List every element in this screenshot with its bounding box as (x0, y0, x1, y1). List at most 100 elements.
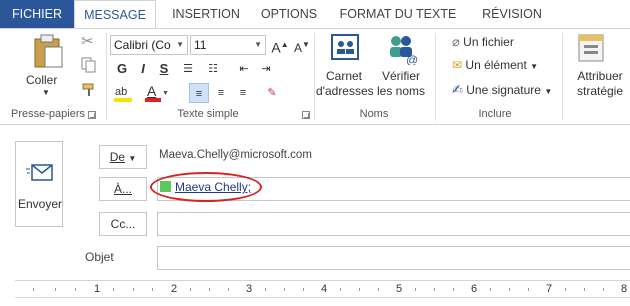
clipboard-icon (34, 34, 63, 68)
ruler-number: 4 (321, 283, 328, 295)
ruler-tick (284, 288, 285, 291)
to-label: À... (113, 182, 132, 196)
chevron-down-icon: ▼ (176, 40, 184, 49)
bold-button[interactable]: G (112, 59, 132, 79)
ruler-number: 7 (546, 283, 553, 295)
clear-formatting-icon[interactable]: ✎ (262, 83, 282, 103)
assign-policy-label: Attribuer stratégie (576, 69, 624, 98)
font-size-value: 11 (194, 38, 207, 52)
grow-font-button[interactable]: A▲ (270, 35, 290, 56)
ruler-tick (75, 288, 76, 291)
signature-label: Une signature (466, 83, 541, 97)
bullet-list-icon[interactable]: ☰ (178, 59, 198, 79)
tab-options[interactable]: OPTIONS (253, 0, 325, 28)
signature-button[interactable]: ✍ Une signature ▼ (452, 82, 552, 98)
highlighter-icon: ab (114, 86, 132, 102)
cc-field[interactable] (157, 212, 630, 236)
font-name-value: Calibri (Co (114, 38, 171, 52)
chevron-down-icon: ▼ (254, 40, 262, 49)
tab-message[interactable]: MESSAGE (74, 0, 156, 29)
attach-file-label: Un fichier (463, 35, 514, 49)
tab-text-format[interactable]: FORMAT DU TEXTE (333, 0, 463, 28)
paperclip-icon: ⌀ (452, 34, 460, 49)
to-button[interactable]: À... (99, 177, 147, 201)
chevron-down-icon: ▼ (530, 62, 539, 71)
ruler-tick (133, 288, 134, 291)
attach-item-label: Un élément (465, 58, 527, 72)
cut-icon[interactable]: ✂ (81, 32, 94, 50)
ruler-number: 2 (171, 283, 178, 295)
ruler-tick (565, 288, 566, 291)
from-label: De (109, 150, 126, 164)
send-button[interactable]: Envoyer (15, 141, 63, 227)
check-names-button[interactable]: @ Vérifier les noms (374, 33, 428, 105)
group-separator (106, 33, 107, 121)
ribbon-tab-bar: FICHIER MESSAGE INSERTION OPTIONS FORMAT… (0, 0, 630, 29)
svg-text:▼: ▼ (162, 90, 169, 97)
font-color-icon: A ▼ (145, 83, 169, 102)
ruler-number: 8 (621, 283, 628, 295)
ruler-number: 3 (246, 283, 253, 295)
ruler-tick (190, 288, 191, 291)
tab-insertion[interactable]: INSERTION (162, 0, 250, 28)
from-button[interactable]: De ▼ (99, 145, 147, 169)
paste-button[interactable]: Coller ▼ (24, 33, 70, 103)
ruler-tick (228, 288, 229, 291)
font-size-select[interactable]: 11 ▼ (190, 35, 266, 55)
check-names-icon: @ (390, 36, 418, 65)
paste-label: Coller (26, 73, 58, 87)
increase-indent-icon[interactable]: ⇥ (256, 59, 276, 79)
tab-file[interactable]: FICHIER (0, 0, 74, 28)
chevron-down-icon: ▼ (42, 88, 50, 97)
svg-text:A: A (147, 83, 157, 99)
font-color-button[interactable]: A ▼ (142, 83, 170, 103)
format-painter-icon[interactable] (81, 82, 97, 98)
ruler-tick (584, 288, 585, 291)
decrease-indent-icon[interactable]: ⇤ (234, 59, 254, 79)
send-label: Envoyer (17, 197, 63, 211)
italic-button[interactable]: I (133, 59, 153, 79)
ruler-tick (603, 288, 604, 291)
clipboard-launcher-icon[interactable] (88, 111, 96, 119)
attach-file-button[interactable]: ⌀ Un fichier (452, 34, 514, 50)
attach-item-button[interactable]: ✉ Un élément ▼ (452, 58, 538, 72)
send-envelope-icon (26, 164, 53, 181)
shrink-font-button[interactable]: A▼ (292, 35, 312, 55)
ruler-tick (490, 288, 491, 291)
tab-review[interactable]: RÉVISION (471, 0, 553, 28)
check-names-label: Vérifier les noms (376, 69, 426, 98)
address-book-icon (331, 34, 359, 60)
ruler-tick (453, 288, 454, 291)
group-separator (435, 33, 436, 121)
ruler-number: 5 (396, 283, 403, 295)
align-left-button[interactable]: ≡ (189, 83, 209, 103)
highlight-color-button[interactable]: ab (112, 83, 136, 103)
attach-item-icon: ✉ (452, 58, 463, 72)
ruler-number: 1 (94, 283, 101, 295)
group-separator (562, 33, 563, 121)
font-name-select[interactable]: Calibri (Co ▼ (110, 35, 188, 55)
address-book-button[interactable]: Carnet d'adresses (316, 33, 374, 105)
underline-button[interactable]: S (154, 59, 174, 79)
svg-text:ab: ab (115, 86, 127, 98)
subject-field[interactable] (157, 246, 630, 270)
ruler-tick (340, 288, 341, 291)
ruler-number: 6 (471, 283, 478, 295)
policy-icon (578, 34, 604, 62)
basic-text-launcher-icon[interactable] (302, 111, 310, 119)
numbered-list-icon[interactable]: ☷ (203, 59, 223, 79)
names-group-label: Noms (359, 108, 389, 120)
assign-policy-button[interactable]: Attribuer stratégie (566, 33, 630, 105)
align-center-button[interactable]: ≡ (211, 83, 231, 103)
copy-icon[interactable] (81, 57, 97, 73)
chevron-down-icon: ▼ (128, 154, 137, 163)
cc-button[interactable]: Cc... (99, 212, 147, 236)
ribbon: Coller ▼ ✂ Presse-papiers Calibri (Co ▼ … (0, 29, 630, 125)
subject-label: Objet (85, 250, 114, 264)
address-book-label: Carnet d'adresses (316, 69, 374, 98)
highlight-circle (150, 172, 262, 202)
align-right-button[interactable]: ≡ (233, 83, 253, 103)
group-separator (314, 33, 315, 121)
signature-icon: ✍ (452, 82, 463, 97)
ruler: 1 2 3 4 5 6 7 8 (15, 280, 630, 298)
